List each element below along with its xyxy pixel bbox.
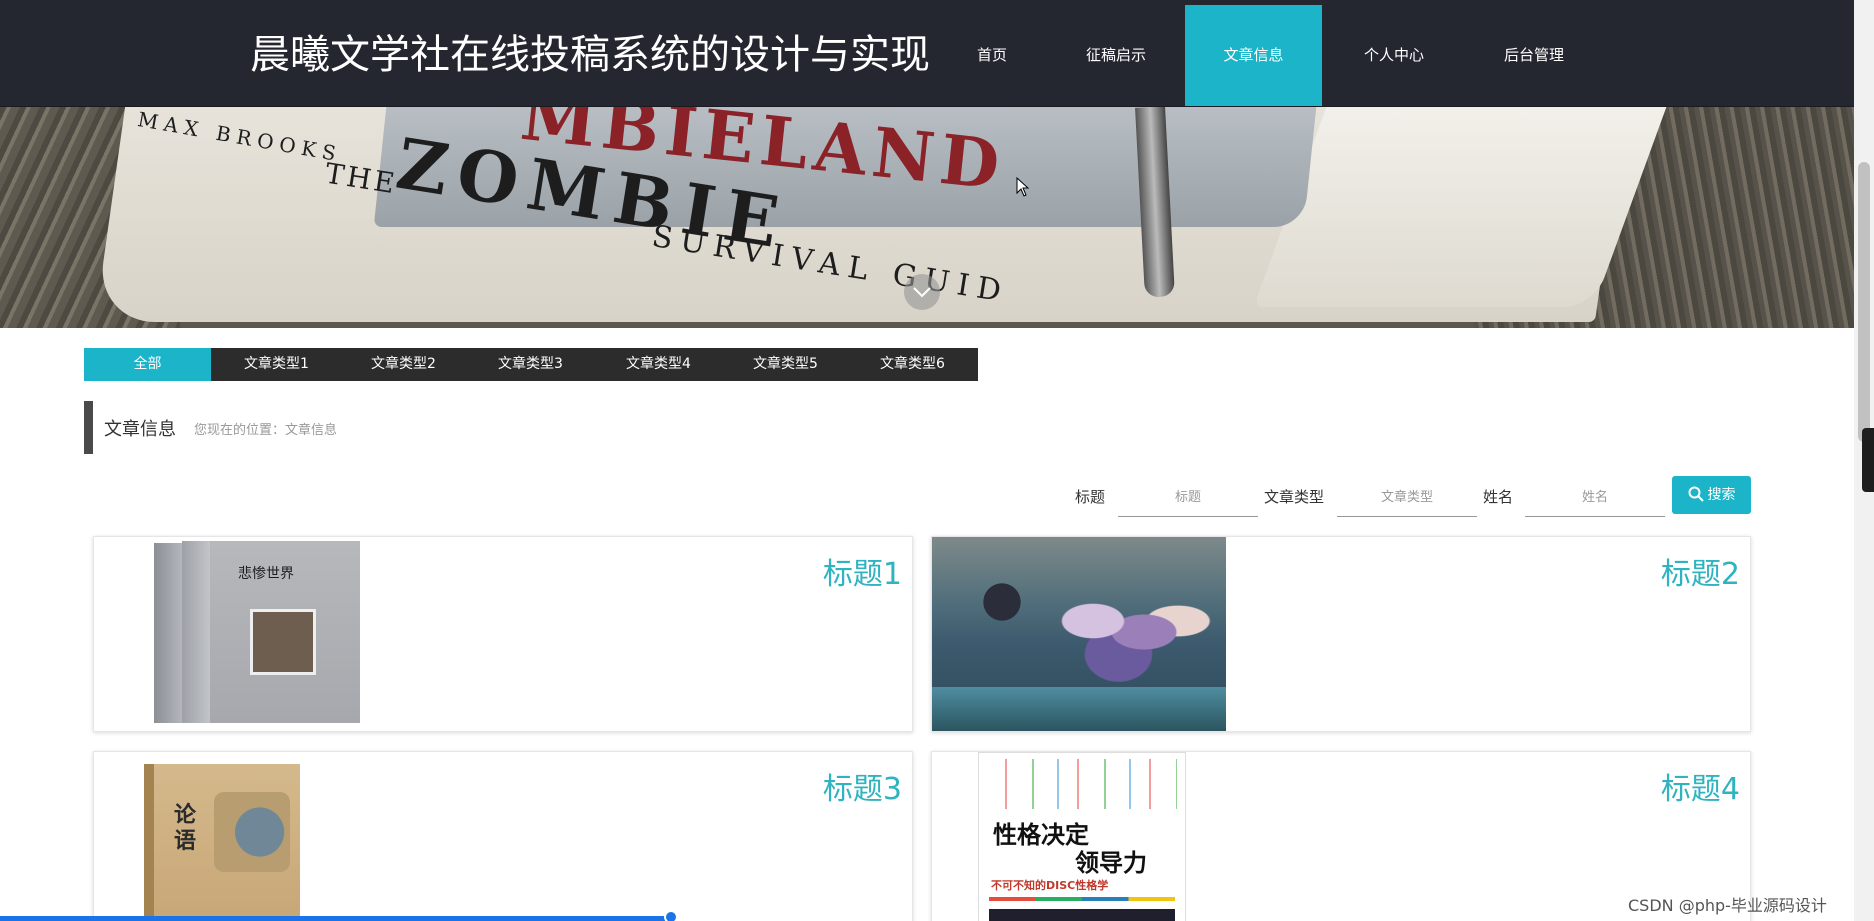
progress-handle[interactable] xyxy=(664,910,678,921)
article-title[interactable]: 标题4 xyxy=(1661,764,1740,808)
search-title-input[interactable] xyxy=(1118,478,1258,517)
search-type-label: 文章类型 xyxy=(1264,488,1325,506)
book-cover-line2: 领导力 xyxy=(1075,849,1147,877)
category-tab-1[interactable]: 文章类型1 xyxy=(213,348,340,381)
book-stripe xyxy=(989,897,1175,901)
cover-logo xyxy=(972,567,1032,637)
category-tab-6[interactable]: 文章类型6 xyxy=(849,348,976,381)
search-title-label: 标题 xyxy=(1075,488,1106,506)
book-art xyxy=(214,792,290,872)
nav-articles[interactable]: 文章信息 xyxy=(1185,5,1322,106)
category-tab-2[interactable]: 文章类型2 xyxy=(340,348,467,381)
article-title[interactable]: 标题1 xyxy=(823,549,902,593)
nav-personal-center[interactable]: 个人中心 xyxy=(1346,5,1442,106)
category-tab-3[interactable]: 文章类型3 xyxy=(467,348,594,381)
section-title: 文章信息 xyxy=(104,419,176,440)
article-thumbnail[interactable] xyxy=(932,537,1226,731)
site-title: 晨曦文学社在线投稿系统的设计与实现 xyxy=(250,32,930,78)
chevron-down-icon xyxy=(913,287,931,298)
cover-sea xyxy=(932,687,1226,731)
book-footer xyxy=(989,909,1175,921)
category-tabs: 全部 文章类型1 文章类型2 文章类型3 文章类型4 文章类型5 文章类型6 xyxy=(84,348,978,381)
mouse-cursor-icon xyxy=(1016,177,1030,197)
cover-figures xyxy=(1042,577,1212,687)
video-progress-bar[interactable] xyxy=(0,916,676,921)
category-tab-5[interactable]: 文章类型5 xyxy=(722,348,849,381)
article-thumbnail[interactable]: 性格决定 领导力 不可不知的DISC性格学 xyxy=(978,752,1186,921)
article-thumbnail[interactable]: 悲惨世界 xyxy=(144,537,384,731)
search-type-input[interactable] xyxy=(1337,478,1477,517)
article-thumbnail[interactable]: 论语 xyxy=(144,752,344,921)
scrollbar-thumb[interactable] xyxy=(1858,162,1870,442)
search-icon xyxy=(1688,486,1704,502)
book-cover-title: 悲惨世界 xyxy=(238,566,294,582)
watermark: CSDN @php-毕业源码设计 xyxy=(1628,896,1827,915)
breadcrumb: 您现在的位置：文章信息 xyxy=(194,423,338,438)
book-spine xyxy=(144,764,154,921)
search-name-input[interactable] xyxy=(1525,478,1665,517)
site-header: 晨曦文学社在线投稿系统的设计与实现 首页 征稿启示 文章信息 个人中心 后台管理 xyxy=(0,0,1854,107)
book-spine xyxy=(182,541,212,723)
category-tab-4[interactable]: 文章类型4 xyxy=(595,348,722,381)
book-picture xyxy=(250,609,316,675)
scroll-down-button[interactable] xyxy=(904,274,940,310)
search-name-label: 姓名 xyxy=(1483,488,1514,506)
search-button-label: 搜索 xyxy=(1707,487,1736,503)
article-title[interactable]: 标题3 xyxy=(823,764,902,808)
banner-book-right xyxy=(1253,107,1667,307)
side-float-tab[interactable] xyxy=(1862,428,1874,492)
page: 晨曦文学社在线投稿系统的设计与实现 首页 征稿启示 文章信息 个人中心 后台管理… xyxy=(0,0,1874,921)
book-cover-line3: 不可不知的DISC性格学 xyxy=(991,879,1109,892)
book-cover-title: 论语 xyxy=(174,802,197,854)
section-accent-bar xyxy=(84,401,93,454)
article-card-3[interactable]: 论语 标题3 xyxy=(93,751,913,921)
nav-home[interactable]: 首页 xyxy=(954,5,1030,106)
nav-call-for-papers[interactable]: 征稿启示 xyxy=(1068,5,1164,106)
book-icons xyxy=(987,759,1177,809)
article-card-1[interactable]: 悲惨世界 标题1 xyxy=(93,536,913,732)
book-spine xyxy=(154,543,184,723)
article-title[interactable]: 标题2 xyxy=(1661,549,1740,593)
nav-admin[interactable]: 后台管理 xyxy=(1486,5,1582,106)
category-tab-all[interactable]: 全部 xyxy=(84,348,211,381)
search-button[interactable]: 搜索 xyxy=(1672,476,1751,514)
article-card-2[interactable]: 标题2 xyxy=(931,536,1751,732)
